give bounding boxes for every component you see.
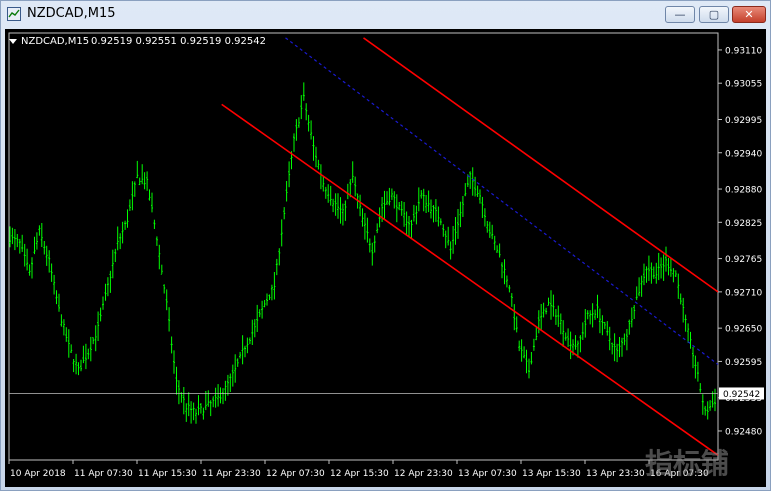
y-tick-label: 0.92825	[725, 219, 762, 229]
y-tick-label: 0.92595	[725, 358, 762, 368]
watermark-text: 指标铺	[645, 447, 729, 480]
ohlc-label: 0.92519 0.92551 0.92519 0.92542	[91, 36, 266, 47]
close-button[interactable]: ✕	[732, 6, 766, 23]
y-tick-label: 0.92765	[725, 255, 762, 265]
y-tick-label: 0.92940	[725, 149, 762, 159]
current-price-tag: 0.92542	[719, 387, 764, 400]
x-tick-label: 13 Apr 23:30	[586, 469, 645, 479]
x-tick-label: 12 Apr 23:30	[394, 469, 453, 479]
y-tick-label: 0.92480	[725, 427, 762, 437]
minimize-icon: —	[674, 8, 686, 21]
x-tick-label: 12 Apr 15:30	[330, 469, 389, 479]
close-icon: ✕	[744, 8, 754, 21]
minimize-button[interactable]: —	[665, 6, 695, 23]
window-title: NZDCAD,M15	[27, 6, 116, 21]
terminal-window: NZDCAD,M15 — ▢ ✕ 0.93110 0.93055 0.92995 0.…	[0, 0, 771, 491]
symbol-label: NZDCAD,M15	[21, 36, 89, 47]
x-tick-label: 13 Apr 07:30	[458, 469, 517, 479]
current-price-label: 0.92542	[723, 390, 760, 400]
maximize-icon: ▢	[708, 8, 720, 21]
x-tick-label: 12 Apr 07:30	[266, 469, 325, 479]
x-tick-label: 11 Apr 23:30	[202, 469, 261, 479]
y-tick-label: 0.93055	[725, 80, 762, 90]
chart-area[interactable]: 0.93110 0.93055 0.92995 0.92940 0.92880 0.928…	[5, 29, 766, 487]
x-tick-label: 13 Apr 15:30	[522, 469, 581, 479]
x-tick-label: 10 Apr 2018	[10, 469, 66, 479]
price-chart[interactable]: 0.93110 0.93055 0.92995 0.92940 0.92880 0.928…	[5, 29, 766, 487]
y-tick-label: 0.92650	[725, 325, 762, 335]
title-bar[interactable]: NZDCAD,M15 — ▢ ✕	[1, 1, 770, 27]
y-tick-label: 0.93110	[725, 46, 762, 56]
x-tick-label: 11 Apr 15:30	[138, 469, 197, 479]
chart-background	[5, 29, 766, 487]
x-tick-label: 11 Apr 07:30	[74, 469, 133, 479]
chart-app-icon	[7, 7, 21, 21]
y-tick-label: 0.92995	[725, 116, 762, 126]
y-tick-label: 0.92710	[725, 288, 762, 298]
maximize-button[interactable]: ▢	[699, 6, 729, 23]
y-tick-label: 0.92880	[725, 186, 762, 196]
